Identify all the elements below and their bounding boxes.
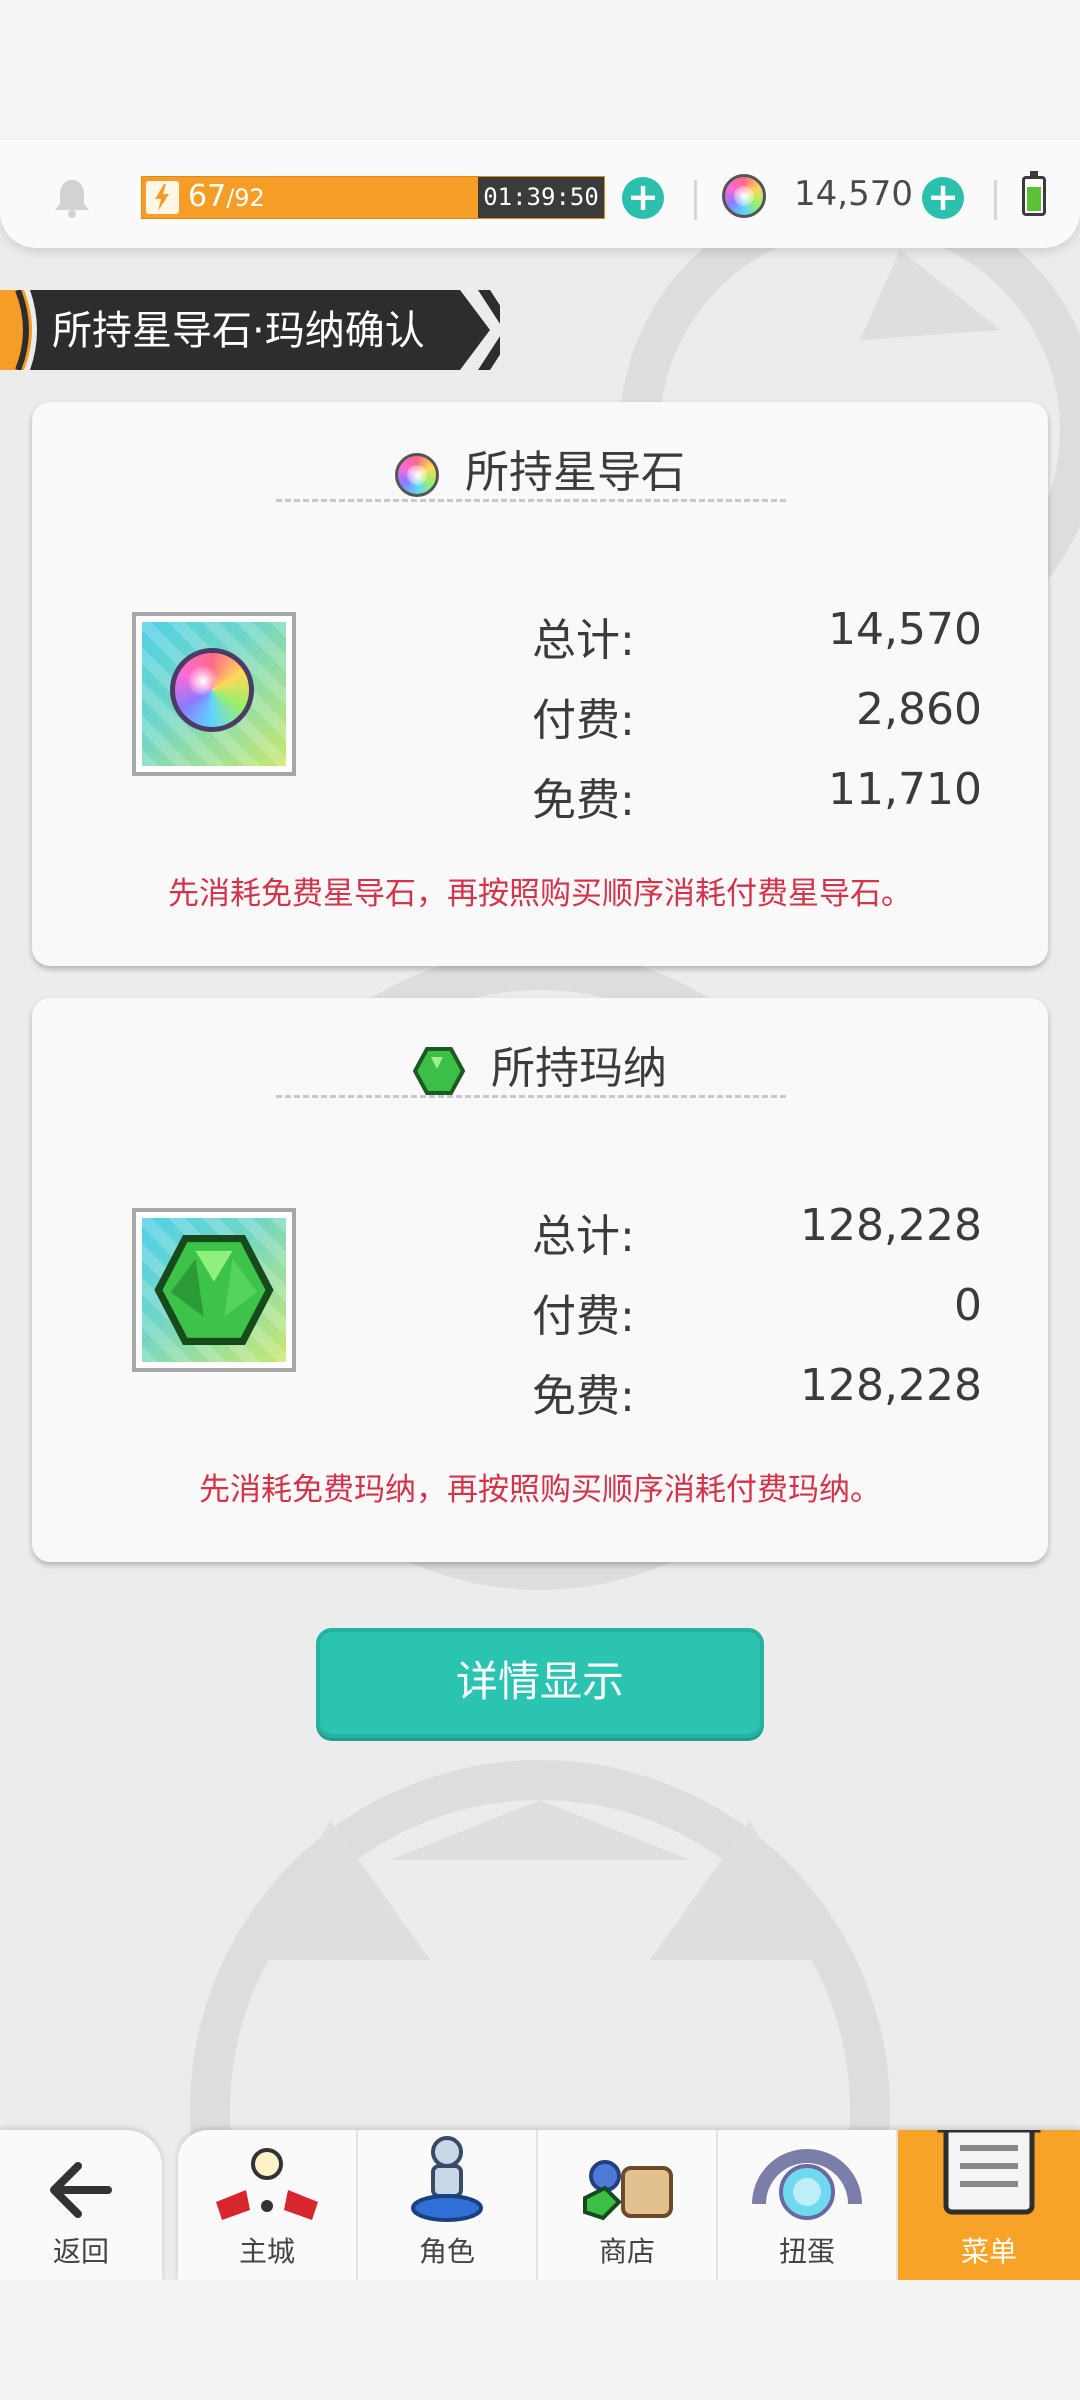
star-stone-item-icon [132, 612, 296, 776]
total-row: 总计: 14,570 [532, 604, 982, 666]
resource-bar: 67/92 01:39:50 + + [0, 140, 1080, 248]
nav-item-menu[interactable]: 菜单 [898, 2130, 1080, 2280]
nav-label-character: 角色 [418, 2235, 475, 2268]
lightning-icon [146, 181, 179, 214]
mana-card: 所持玛纳 总计: 128,228 付费: 0 免费: 128,228 先消耗免费… [32, 998, 1048, 1562]
mana-item-icon [132, 1208, 296, 1372]
title-underline [276, 499, 786, 502]
paid-value: 2,860 [856, 684, 982, 735]
bell-icon[interactable] [50, 176, 94, 220]
free-label: 免费: [532, 1371, 635, 1422]
total-value: 128,228 [800, 1200, 982, 1251]
battery-icon [1022, 171, 1046, 216]
free-value: 128,228 [800, 1360, 982, 1411]
nav-item-gacha[interactable]: 扭蛋 [718, 2130, 898, 2280]
paid-label: 付费: [532, 695, 635, 746]
total-row: 总计: 128,228 [532, 1200, 982, 1262]
character-icon [411, 2136, 483, 2222]
stamina-timer: 01:39:50 [478, 177, 604, 218]
title-underline [276, 1095, 786, 1098]
divider [694, 180, 697, 220]
footer-strip [0, 2280, 1080, 2400]
star-stone-icon [395, 453, 439, 497]
page-title: 所持星导石·玛纳确认 [52, 308, 425, 354]
add-stamina-button[interactable]: + [622, 177, 664, 219]
consumption-note: 先消耗免费玛纳，再按照购买顺序消耗付费玛纳。 [199, 1472, 881, 1508]
gacha-icon [752, 2149, 862, 2220]
nav-item-castle[interactable]: 主城 [178, 2130, 358, 2280]
free-label: 免费: [532, 775, 635, 826]
nav-label-shop: 商店 [598, 2235, 655, 2268]
nav-label-gacha: 扭蛋 [778, 2235, 835, 2268]
card-title: 所持星导石 [32, 436, 1048, 500]
gem-count: 14,570 [794, 174, 913, 214]
mana-icon [412, 1047, 466, 1095]
free-row: 免费: 128,228 [532, 1360, 982, 1422]
total-label: 总计: [532, 615, 635, 666]
nav-item-shop[interactable]: 商店 [538, 2130, 718, 2280]
total-value: 14,570 [828, 604, 982, 655]
nav-label-castle: 主城 [238, 2235, 295, 2268]
nav-label-menu: 菜单 [960, 2235, 1017, 2268]
total-label: 总计: [532, 1211, 635, 1262]
free-row: 免费: 11,710 [532, 764, 982, 826]
star-stone-icon [722, 174, 766, 218]
back-arrow-icon [50, 2162, 112, 2218]
bottom-nav: 返回 主城 角色 商店 扭蛋 菜单 [0, 2120, 1080, 2280]
back-label: 返回 [52, 2235, 109, 2268]
stamina-bar: 67/92 01:39:50 [141, 176, 605, 219]
show-details-button[interactable]: 详情显示 [316, 1628, 764, 1738]
back-button[interactable]: 返回 [0, 2130, 162, 2280]
status-bar [0, 0, 1080, 140]
star-stone-card: 所持星导石 总计: 14,570 付费: 2,860 免费: 11,710 先消… [32, 402, 1048, 966]
stamina-value: 67/92 [188, 179, 265, 214]
menu-icon [937, 2130, 1041, 2215]
nav-tabs: 主城 角色 商店 扭蛋 菜单 [178, 2130, 1080, 2280]
consumption-note: 先消耗免费星导石，再按照购买顺序消耗付费星导石。 [168, 876, 912, 912]
add-gem-button[interactable]: + [922, 177, 964, 219]
shop-icon [583, 2160, 673, 2221]
paid-row: 付费: 2,860 [532, 684, 982, 746]
paid-label: 付费: [532, 1291, 635, 1342]
nav-item-character[interactable]: 角色 [358, 2130, 538, 2280]
paid-row: 付费: 0 [532, 1280, 982, 1342]
paid-value: 0 [954, 1280, 982, 1331]
divider [994, 180, 997, 220]
castle-icon [216, 2148, 318, 2220]
card-title: 所持玛纳 [32, 1032, 1048, 1096]
free-value: 11,710 [828, 764, 982, 815]
